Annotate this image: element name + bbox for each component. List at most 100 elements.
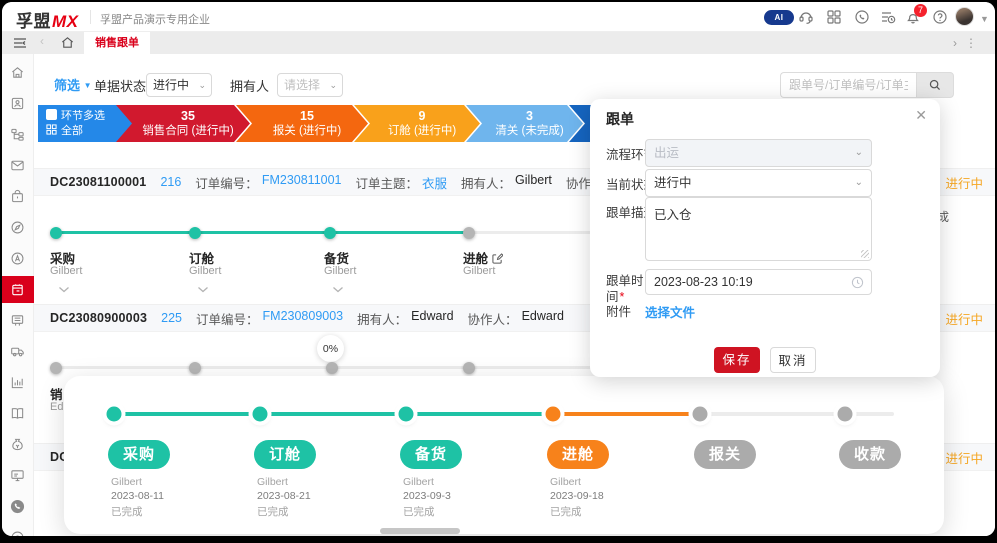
time-input[interactable]: 2023-08-23 10:19 bbox=[645, 269, 872, 295]
apps-grid-icon[interactable] bbox=[826, 9, 842, 25]
expand-chevron-icon[interactable] bbox=[197, 286, 209, 294]
save-button[interactable]: 保存 bbox=[714, 347, 760, 373]
sidebar-item-target[interactable] bbox=[2, 522, 34, 536]
popup-step-owner: Gilbert bbox=[403, 476, 434, 488]
choose-file-link[interactable]: 选择文件 bbox=[645, 302, 695, 321]
chevron-down-icon: ⌄ bbox=[855, 140, 863, 166]
popup-step-dot[interactable] bbox=[693, 407, 708, 422]
stage-booking[interactable]: 9订舱 (进行中) bbox=[354, 105, 480, 142]
filter-caret-icon: ▼ bbox=[84, 81, 92, 90]
multi-select-checkbox[interactable] bbox=[46, 109, 57, 120]
horizontal-scrollbar[interactable] bbox=[380, 528, 460, 534]
order-no-link[interactable]: FM230809003 bbox=[263, 309, 344, 328]
expand-chevron-icon[interactable] bbox=[332, 286, 344, 294]
popup-step-dot[interactable] bbox=[399, 407, 414, 422]
headset-icon[interactable] bbox=[798, 9, 814, 25]
process-select[interactable]: 出运⌄ bbox=[645, 139, 872, 167]
step-dot-done[interactable] bbox=[189, 227, 201, 239]
popup-step-pill[interactable]: 进舱 bbox=[547, 440, 609, 469]
order-days[interactable]: 225 bbox=[161, 311, 182, 325]
popup-step-pill[interactable]: 订舱 bbox=[254, 440, 316, 469]
step-dot-done[interactable] bbox=[324, 227, 336, 239]
description-textarea[interactable]: 已入仓 bbox=[645, 197, 872, 261]
owner-select[interactable]: 请选择⌄ bbox=[277, 73, 343, 97]
popup-step-dot[interactable] bbox=[253, 407, 268, 422]
search-input[interactable] bbox=[780, 72, 916, 98]
sidebar-item-contacts[interactable] bbox=[2, 88, 34, 119]
modal-title: 跟单 bbox=[606, 109, 634, 129]
popup-step-dot[interactable] bbox=[546, 407, 561, 422]
order-days[interactable]: 216 bbox=[160, 175, 181, 189]
sidebar-item-chart[interactable] bbox=[2, 367, 34, 398]
time-label: 跟单时间* bbox=[606, 273, 650, 305]
step-owner: Gilbert bbox=[463, 265, 495, 277]
order-no-link[interactable]: FM230811001 bbox=[262, 173, 342, 192]
popup-step-pill[interactable]: 收款 bbox=[839, 440, 901, 469]
step-dot-pending[interactable] bbox=[189, 362, 201, 374]
tab-scroll-next-icon[interactable]: › bbox=[953, 36, 957, 50]
sidebar-item-book[interactable] bbox=[2, 398, 34, 429]
filter-bar: 筛选 ▼ 单据状态 进行中⌄ 拥有人 请选择⌄ bbox=[34, 54, 995, 102]
stage-all-block[interactable]: 环节多选 全部 bbox=[38, 105, 134, 142]
step-owner: Gilbert bbox=[50, 265, 82, 277]
step-owner: Gilbert bbox=[324, 265, 356, 277]
popup-step-pill[interactable]: 报关 bbox=[694, 440, 756, 469]
popup-step-dot[interactable] bbox=[838, 407, 853, 422]
tabbar: ‹ 销售跟单 › ⋮ bbox=[2, 32, 995, 54]
order-subject-link[interactable]: 衣服 bbox=[422, 173, 447, 192]
current-status-select[interactable]: 进行中⌄ bbox=[645, 169, 872, 197]
popup-step-pill[interactable]: 备货 bbox=[400, 440, 462, 469]
help-icon[interactable] bbox=[932, 9, 948, 25]
filter-toggle[interactable]: 筛选 ▼ bbox=[54, 75, 92, 94]
whatsapp-icon[interactable] bbox=[854, 9, 870, 25]
sidebar-item-truck[interactable] bbox=[2, 336, 34, 367]
stage-clearance[interactable]: 3清关 (未完成) bbox=[466, 105, 583, 142]
expand-chevron-icon[interactable] bbox=[58, 286, 70, 294]
sidebar-item-compass[interactable] bbox=[2, 212, 34, 243]
sidebar-item-circle-a[interactable] bbox=[2, 243, 34, 274]
step-dot-pending[interactable] bbox=[50, 362, 62, 374]
tab-more-icon[interactable]: ⋮ bbox=[965, 36, 977, 50]
sidebar-item-home[interactable] bbox=[2, 57, 34, 88]
step-dot-pending[interactable] bbox=[463, 362, 475, 374]
progress-badge: 0% bbox=[317, 335, 344, 362]
step-dot-pending[interactable] bbox=[326, 362, 338, 374]
popup-step-pill[interactable]: 采购 bbox=[108, 440, 170, 469]
sidebar-item-report[interactable] bbox=[2, 305, 34, 336]
popup-step-dot[interactable] bbox=[107, 407, 122, 422]
app-logo: 孚盟MX bbox=[16, 7, 79, 32]
order-doc-no: DC23080900003 bbox=[50, 311, 147, 325]
doc-status-select[interactable]: 进行中⌄ bbox=[146, 73, 212, 97]
user-avatar[interactable] bbox=[955, 7, 974, 26]
step-dot-pending[interactable] bbox=[463, 227, 475, 239]
popup-step-date: 2023-09-18 bbox=[550, 490, 604, 502]
sidebar-item-mail[interactable] bbox=[2, 150, 34, 181]
search-button[interactable] bbox=[916, 72, 954, 98]
sidebar-item-money-bag[interactable] bbox=[2, 429, 34, 460]
popup-step-date: 2023-08-21 bbox=[257, 490, 311, 502]
back-icon[interactable]: ‹ bbox=[40, 34, 44, 48]
step-dot-done[interactable] bbox=[50, 227, 62, 239]
close-icon[interactable]: ✕ bbox=[915, 107, 927, 124]
chevron-down-icon[interactable]: ▼ bbox=[980, 14, 989, 24]
sidebar-item-sales-tracking-active[interactable] bbox=[2, 276, 34, 303]
ai-assistant-icon[interactable]: AI bbox=[764, 10, 794, 25]
grid-icon bbox=[46, 124, 57, 135]
edit-icon[interactable] bbox=[492, 253, 503, 264]
cancel-button[interactable]: 取消 bbox=[770, 347, 816, 373]
stage-sales-contract[interactable]: 35销售合同 (进行中) bbox=[116, 105, 250, 142]
sidebar-item-bag[interactable] bbox=[2, 181, 34, 212]
stage-customs[interactable]: 15报关 (进行中) bbox=[236, 105, 368, 142]
order-status-badge: 进行中 bbox=[945, 309, 983, 328]
collapse-sidebar-icon[interactable] bbox=[12, 35, 28, 51]
sidebar-item-monitor[interactable] bbox=[2, 460, 34, 491]
timeline-detail-popup: 采购 订舱 备货 进舱 报关 收款 Gilbert 2023-08-11 已完成… bbox=[64, 376, 944, 534]
sidebar-item-whatsapp[interactable] bbox=[2, 491, 34, 522]
chevron-down-icon: ⌄ bbox=[329, 74, 337, 96]
resize-handle[interactable] bbox=[861, 250, 869, 258]
tab-sales-tracking[interactable]: 销售跟单 bbox=[84, 32, 150, 54]
sidebar bbox=[2, 54, 34, 536]
home-icon[interactable] bbox=[60, 35, 75, 50]
sidebar-item-org[interactable] bbox=[2, 119, 34, 150]
task-list-icon[interactable] bbox=[880, 9, 896, 25]
